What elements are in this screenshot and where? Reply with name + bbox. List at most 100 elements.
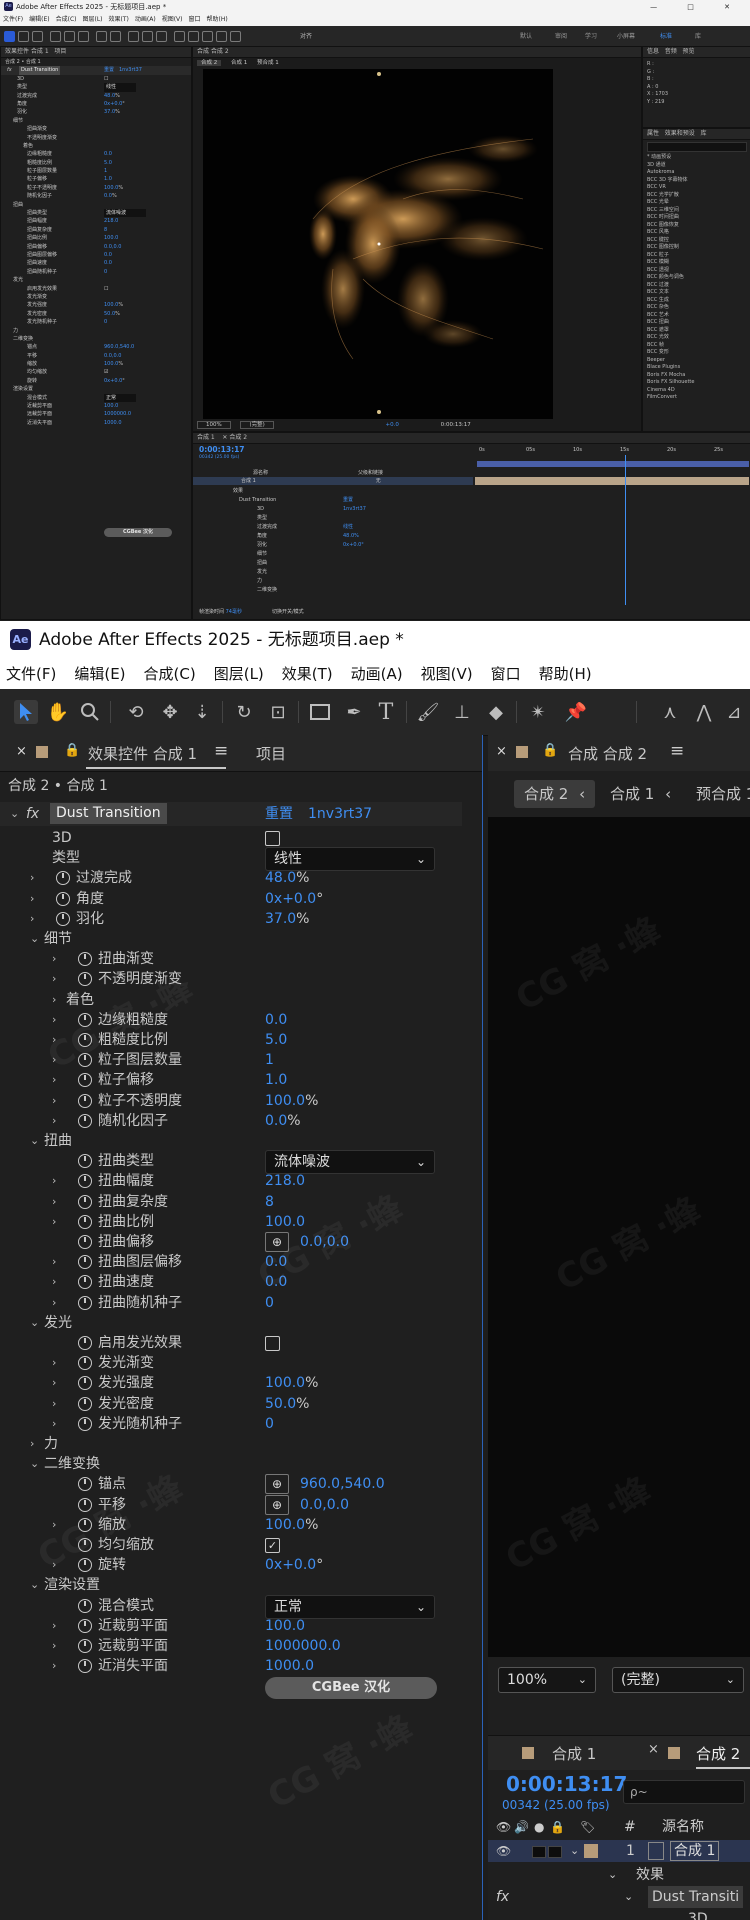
overview-effect-row[interactable]: 类型 线性 <box>1 83 191 92</box>
overview-effect-row[interactable]: 远裁剪平面 1000000.0 <box>1 410 191 418</box>
overview-menu-item-5[interactable]: 动画(A) <box>135 16 156 23</box>
solo-switch-icon[interactable]: ● <box>534 1816 544 1838</box>
stopwatch-icon[interactable] <box>78 1235 92 1249</box>
timeline-search-input[interactable]: ρ~ <box>623 1780 745 1804</box>
nav-precomp-1[interactable]: 预合成 1 <box>696 780 750 808</box>
overview-effect-row[interactable]: 近裁剪平面 100.0 <box>1 402 191 410</box>
fx-row-41[interactable]: › 近消失平面 1000.0 <box>0 1654 462 1678</box>
layer-audio-box[interactable] <box>532 1846 546 1858</box>
menu-item-2[interactable]: 合成(C) <box>144 665 196 683</box>
overview-effect-row[interactable]: 发光渐变 <box>1 293 191 301</box>
rect-tool-icon[interactable] <box>128 31 139 42</box>
rotate-tool-icon[interactable] <box>96 31 107 42</box>
eraser-tool-icon[interactable]: ◆ <box>484 700 508 724</box>
overview-timeline-prop[interactable]: Dust Transition 重置 <box>193 496 473 505</box>
eraser-tool-icon[interactable] <box>202 31 213 42</box>
overview-menu-item-1[interactable]: 编辑(E) <box>29 16 49 23</box>
overview-timeline-tabs[interactable]: 合成 1 ✕ 合成 2 <box>193 433 750 444</box>
overview-comp-tab[interactable]: 合成 合成 2 <box>193 47 641 58</box>
stopwatch-icon[interactable] <box>78 1659 92 1674</box>
orbit-tool-icon[interactable] <box>50 31 61 42</box>
overview-timeline-prop[interactable]: 3D 1nv3rt37 <box>193 505 473 514</box>
tab-effect-controls[interactable]: 效果控件 合成 1 <box>88 743 197 764</box>
world-axis-icon[interactable]: ⋀ <box>692 700 716 724</box>
overview-effects-list-item[interactable]: BCC 光效 <box>647 334 747 342</box>
tab-project[interactable]: 项目 <box>256 743 286 764</box>
overview-effect-controls-tab[interactable]: 效果控件 合成 1 项目 <box>1 47 191 58</box>
fx-badge-icon[interactable]: fx <box>26 802 39 826</box>
overview-menu-item-3[interactable]: 图层(L) <box>83 16 103 23</box>
overview-workspace-3[interactable]: 小屏幕 <box>617 31 635 40</box>
lock-switch-icon[interactable]: 🔒 <box>550 1816 565 1838</box>
overview-effect-row[interactable]: 粗糙度比例 5.0 <box>1 159 191 167</box>
layer-label-swatch[interactable] <box>584 1844 598 1858</box>
overview-effects-list-item[interactable]: BCC 透视 <box>647 267 747 275</box>
tab-timeline-comp-1[interactable]: 合成 1 <box>552 1743 596 1764</box>
overview-align-checkbox[interactable]: 对齐 <box>300 31 312 40</box>
dolly-tool-icon[interactable] <box>78 31 89 42</box>
overview-effect-row[interactable]: 发光 <box>1 276 191 284</box>
pin-tool-icon[interactable] <box>230 31 241 42</box>
effect-name[interactable]: Dust Transition <box>50 803 167 824</box>
stopwatch-icon[interactable] <box>56 871 70 886</box>
overview-effects-list-item[interactable]: Boris FX Mocha <box>647 372 747 380</box>
overview-workspace-0[interactable]: 默认 <box>520 31 532 40</box>
stopwatch-icon[interactable] <box>78 1376 92 1391</box>
stopwatch-icon[interactable] <box>78 1618 92 1633</box>
overview-effects-list-item[interactable]: BCC VR <box>647 184 747 192</box>
overview-effects-list-item[interactable]: Boris FX Silhouette <box>647 379 747 387</box>
layer-row[interactable]: 👁 ⌄ 1 合成 1 <box>488 1840 750 1862</box>
fx-row-checkbox[interactable]: ✓ <box>265 1538 280 1553</box>
overview-effect-row[interactable]: 随机化因子 0.0% <box>1 192 191 200</box>
menu-item-8[interactable]: 帮助(H) <box>539 665 592 683</box>
overview-effects-list-item[interactable]: BCC 遮罩 <box>647 327 747 335</box>
overview-effect-row[interactable]: 扭曲复杂度 8 <box>1 226 191 234</box>
pen-tool-icon[interactable]: ✒ <box>342 700 366 724</box>
close-tab-icon[interactable]: × <box>16 744 27 759</box>
overview-effects-list-item[interactable]: BCC 时间扭曲 <box>647 214 747 222</box>
twirl-open-icon[interactable]: ⌄ <box>608 1864 617 1886</box>
overview-effect-row[interactable]: 缩放 100.0% <box>1 360 191 368</box>
selection-tool-icon[interactable] <box>14 700 38 724</box>
reset-link[interactable]: 重置 <box>265 802 293 826</box>
panel-menu-icon[interactable]: ≡ <box>214 741 228 761</box>
overview-menu-item-4[interactable]: 效果(T) <box>109 16 129 23</box>
dolly-tool-icon[interactable]: ⇣ <box>190 700 214 724</box>
overview-menu-item-8[interactable]: 帮助(H) <box>207 16 228 23</box>
overview-effects-list-item[interactable]: BCC 3D 字幕物体 <box>647 177 747 185</box>
overview-effects-list-item[interactable]: BCC 光学扩散 <box>647 192 747 200</box>
overview-timeline-prop[interactable]: 扭曲 <box>193 559 473 568</box>
overview-effects-list-item[interactable]: BCC 粒子 <box>647 252 747 260</box>
overview-effect-row[interactable]: 扭曲类型 流体噪波 <box>1 209 191 218</box>
overview-effects-list-item[interactable]: BCC 图像恢复 <box>647 222 747 230</box>
stopwatch-icon[interactable] <box>78 1598 92 1613</box>
timeline-effect-name[interactable]: Dust Transiti <box>648 1886 744 1908</box>
overview-effects-list-item[interactable]: BCC 图像控制 <box>647 244 747 252</box>
overview-timeline-prop[interactable]: 过渡完成 线性 <box>193 523 473 532</box>
overview-menu-item-6[interactable]: 视图(V) <box>162 16 183 23</box>
selection-tool-icon[interactable] <box>4 31 15 42</box>
menu-item-7[interactable]: 窗口 <box>491 665 521 683</box>
camera-tool-icon[interactable] <box>110 31 121 42</box>
overview-effect-row[interactable]: 粒子偏移 1.0 <box>1 175 191 183</box>
stopwatch-icon[interactable] <box>56 911 70 926</box>
overview-effects-list-item[interactable]: BCC 模糊 <box>647 259 747 267</box>
menu-item-6[interactable]: 视图(V) <box>421 665 473 683</box>
effects-group-row[interactable]: ⌄ 效果 <box>488 1864 750 1886</box>
overview-info-tabs[interactable]: 信息 音频 预览 <box>643 47 750 58</box>
stopwatch-icon[interactable] <box>78 1113 92 1128</box>
overview-effects-list-item[interactable]: BCC 键控 <box>647 237 747 245</box>
layer-solo-box[interactable] <box>548 1846 562 1858</box>
stopwatch-icon[interactable] <box>78 1214 92 1229</box>
audio-switch-icon[interactable]: 🔊 <box>514 1816 529 1838</box>
pen-tool-icon[interactable] <box>142 31 153 42</box>
fx-row-value[interactable]: 1000.0 <box>265 1654 314 1678</box>
local-axis-icon[interactable]: ⋏ <box>658 700 682 724</box>
overview-effect-row[interactable]: 旋转 0x+0.0° <box>1 377 191 385</box>
overview-effects-list-item[interactable]: BCC 扭曲 <box>647 319 747 327</box>
overview-effects-list-item[interactable]: BCC 变形 <box>647 349 747 357</box>
overview-timeline-prop[interactable]: 效果 <box>193 487 473 496</box>
overview-timeline-prop[interactable]: 羽化 0x+0.0° <box>193 541 473 550</box>
overview-effect-row[interactable]: 扭曲渐变 <box>1 125 191 133</box>
overview-effect-row[interactable]: 着色 <box>1 142 191 150</box>
